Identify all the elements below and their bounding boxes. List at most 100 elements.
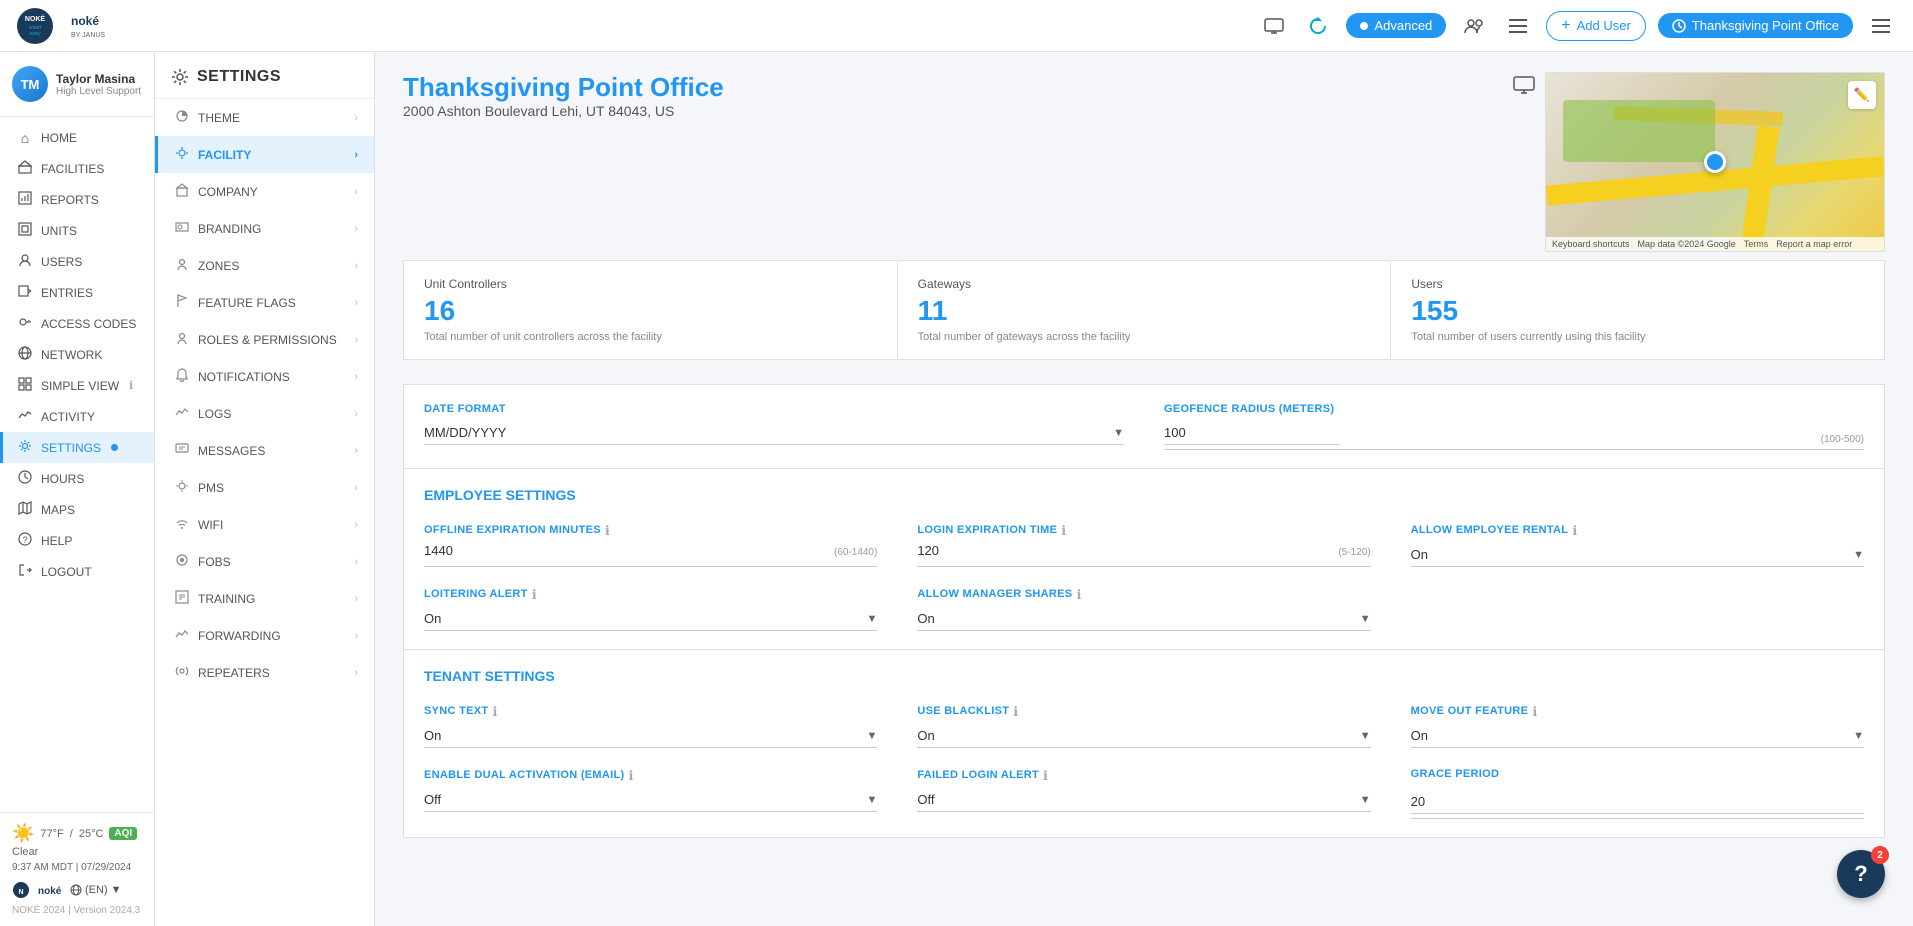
pms-icon — [174, 479, 190, 496]
failed-login-alert-info[interactable]: ℹ — [1043, 768, 1048, 784]
offline-expiration-label: Offline Expiration Minutes — [424, 524, 601, 536]
settings-menu-logs[interactable]: LOGS › — [155, 395, 374, 432]
settings-menu-messages[interactable]: MESSAGES › — [155, 432, 374, 469]
settings-menu-training[interactable]: TRAINING › — [155, 580, 374, 617]
grace-period-field: Grace Period — [1411, 768, 1864, 819]
sidebar-item-activity[interactable]: ACTIVITY — [0, 401, 154, 432]
settings-menu-forwarding[interactable]: FORWARDING › — [155, 617, 374, 654]
allow-employee-rental-field: Allow Employee Rental ℹ On ▼ — [1411, 523, 1864, 567]
sidebar-item-maps[interactable]: MAPS — [0, 494, 154, 525]
facilities-icon — [17, 160, 33, 177]
move-out-feature-value: On — [1411, 728, 1853, 743]
enable-dual-activation-dropdown[interactable]: ▼ — [866, 794, 877, 806]
sidebar-item-access-codes[interactable]: ACCESS CODES — [0, 308, 154, 339]
notifications-label: NOTIFICATIONS — [198, 370, 290, 384]
sidebar-item-logout[interactable]: LOGOUT — [0, 556, 154, 587]
sidebar-item-home[interactable]: ⌂ HOME — [0, 123, 154, 153]
sidebar-item-label: SIMPLE VIEW — [41, 379, 119, 393]
unit-controllers-label: Unit Controllers — [424, 277, 877, 291]
loitering-alert-dropdown[interactable]: ▼ — [866, 613, 877, 625]
sidebar-item-label: REPORTS — [41, 193, 99, 207]
settings-menu-theme[interactable]: THEME › — [155, 99, 374, 136]
advanced-button[interactable]: Advanced — [1346, 13, 1446, 38]
settings-menu-facility[interactable]: FACILITY › — [155, 136, 374, 173]
enable-dual-activation-value: Off — [424, 792, 866, 807]
svg-text:entry: entry — [29, 31, 41, 37]
offline-expiration-info[interactable]: ℹ — [605, 523, 610, 539]
sidebar-item-settings[interactable]: SETTINGS — [0, 432, 154, 463]
datetime: 9:37 AM MDT | 07/29/2024 — [12, 862, 142, 873]
settings-menu-branding[interactable]: BRANDING › — [155, 210, 374, 247]
sidebar-item-help[interactable]: ? HELP — [0, 525, 154, 556]
settings-menu-notifications[interactable]: NOTIFICATIONS › — [155, 358, 374, 395]
use-blacklist-dropdown[interactable]: ▼ — [1360, 730, 1371, 742]
repeaters-chevron: › — [354, 667, 358, 679]
enable-dual-activation-info[interactable]: ℹ — [628, 768, 633, 784]
branding-chevron: › — [354, 223, 358, 235]
sidebar-item-users[interactable]: USERS — [0, 246, 154, 277]
settings-menu-fobs[interactable]: FOBS › — [155, 543, 374, 580]
failed-login-alert-label: Failed Login Alert — [917, 769, 1039, 781]
settings-menu-roles[interactable]: ROLES & PERMISSIONS › — [155, 321, 374, 358]
allow-manager-shares-info[interactable]: ℹ — [1076, 587, 1081, 603]
settings-header-icon — [171, 68, 189, 86]
simple-view-info-icon: ℹ — [129, 379, 133, 392]
user-switch-icon[interactable] — [1458, 10, 1490, 42]
move-out-feature-field: Move Out Feature ℹ On ▼ — [1411, 704, 1864, 748]
settings-menu-company[interactable]: COMPANY › — [155, 173, 374, 210]
sidebar-item-facilities[interactable]: FACILITIES — [0, 153, 154, 184]
language-select[interactable]: (EN) ▼ — [70, 884, 122, 896]
settings-menu-feature-flags[interactable]: FEATURE FLAGS › — [155, 284, 374, 321]
messages-icon — [174, 442, 190, 459]
settings-menu-zones[interactable]: ZONES › — [155, 247, 374, 284]
messages-label: MESSAGES — [198, 444, 265, 458]
sidebar-item-entries[interactable]: ENTRIES — [0, 277, 154, 308]
sync-text-dropdown[interactable]: ▼ — [866, 730, 877, 742]
weather-temp-f: 77°F — [40, 828, 63, 840]
facility-monitor-icon[interactable] — [1513, 76, 1535, 100]
menu-icon[interactable] — [1865, 10, 1897, 42]
sidebar-item-units[interactable]: UNITS — [0, 215, 154, 246]
allow-manager-shares-dropdown[interactable]: ▼ — [1360, 613, 1371, 625]
allow-employee-rental-dropdown[interactable]: ▼ — [1853, 549, 1864, 561]
allow-employee-rental-label: Allow Employee Rental — [1411, 524, 1569, 536]
svg-text:?: ? — [22, 535, 27, 545]
sidebar-item-hours[interactable]: HOURS — [0, 463, 154, 494]
settings-menu-wifi[interactable]: WIFI › — [155, 506, 374, 543]
settings-menu-repeaters[interactable]: REPEATERS › — [155, 654, 374, 691]
fobs-label: FOBS — [198, 555, 231, 569]
failed-login-alert-dropdown[interactable]: ▼ — [1360, 794, 1371, 806]
grace-period-input[interactable] — [1411, 790, 1864, 814]
fobs-chevron: › — [354, 556, 358, 568]
login-expiration-info[interactable]: ℹ — [1061, 523, 1066, 539]
map-edit-button[interactable]: ✏️ — [1848, 81, 1876, 109]
geofence-input[interactable] — [1164, 421, 1340, 445]
use-blacklist-info[interactable]: ℹ — [1013, 704, 1018, 720]
sidebar-item-reports[interactable]: REPORTS — [0, 184, 154, 215]
theme-chevron: › — [354, 112, 358, 124]
allow-employee-rental-info[interactable]: ℹ — [1572, 523, 1577, 539]
sidebar-item-label: FACILITIES — [41, 162, 104, 176]
move-out-feature-info[interactable]: ℹ — [1532, 704, 1537, 720]
sidebar-item-simple-view[interactable]: SIMPLE VIEW ℹ — [0, 370, 154, 401]
list-icon[interactable] — [1502, 10, 1534, 42]
base-settings-section: Date Format MM/DD/YYYY ▼ Geofence Radius… — [403, 384, 1885, 469]
monitor-icon[interactable] — [1258, 10, 1290, 42]
settings-menu-pms[interactable]: PMS › — [155, 469, 374, 506]
move-out-feature-dropdown[interactable]: ▼ — [1853, 730, 1864, 742]
refresh-icon[interactable] — [1302, 10, 1334, 42]
sidebar-item-network[interactable]: NETWORK — [0, 339, 154, 370]
use-blacklist-value: On — [917, 728, 1359, 743]
date-format-dropdown[interactable]: ▼ — [1113, 427, 1124, 439]
sidebar-user: TM Taylor Masina High Level Support — [0, 52, 154, 117]
branding-icon — [174, 220, 190, 237]
loitering-alert-info[interactable]: ℹ — [532, 587, 537, 603]
help-fab[interactable]: ? 2 — [1837, 850, 1885, 898]
feature-flags-label: FEATURE FLAGS — [198, 296, 296, 310]
add-user-button[interactable]: + Add User — [1546, 11, 1646, 41]
sync-text-info[interactable]: ℹ — [492, 704, 497, 720]
facility-button[interactable]: Thanksgiving Point Office — [1658, 13, 1853, 38]
stat-users: Users 155 Total number of users currentl… — [1390, 260, 1885, 360]
logo: NOKÉ smart entry noké BY JANUS INTERNATI… — [16, 7, 106, 45]
login-expiration-label: Login Expiration Time — [917, 524, 1057, 536]
